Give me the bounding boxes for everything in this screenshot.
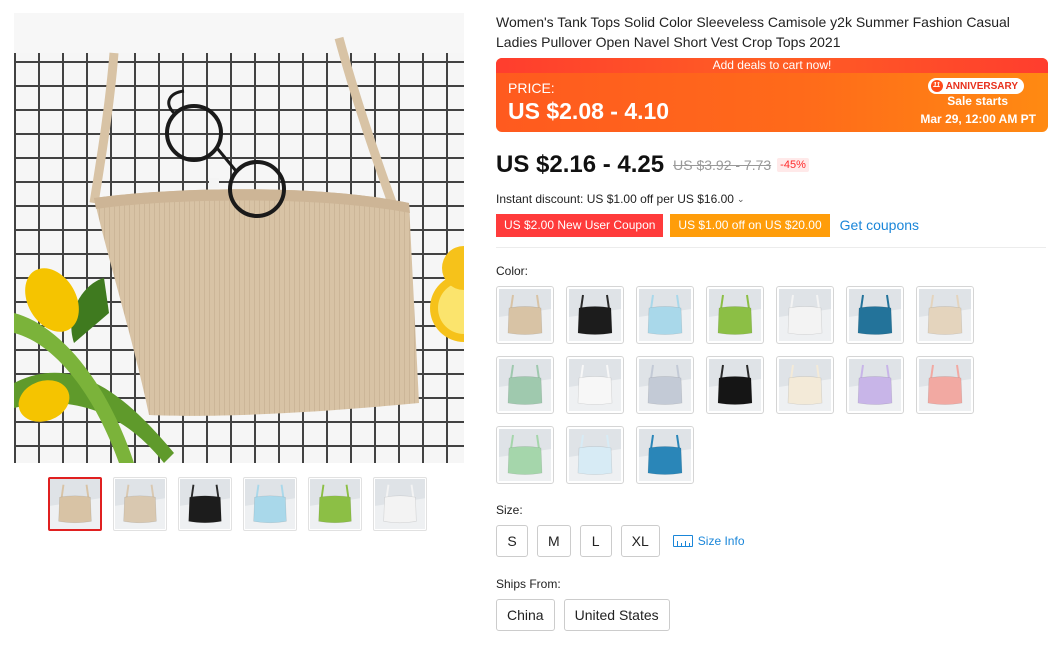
ships-from-china[interactable]: China [496,599,555,631]
store-coupon[interactable]: US $1.00 off on US $20.00 [668,213,830,237]
main-product-image[interactable] [14,13,464,463]
color-swatch-white[interactable] [776,286,834,344]
color-swatch-blue[interactable] [636,426,694,484]
discount-badge: -45% [777,158,809,172]
color-swatch-grey-blue[interactable] [636,356,694,414]
size-options: S M L XL Size Info [496,525,1048,557]
gallery-thumb-green[interactable] [308,477,362,531]
color-swatch-white-2[interactable] [566,356,624,414]
promo-price: US $2.08 - 4.10 [508,98,670,124]
color-swatch-baby-blue[interactable] [566,426,624,484]
color-swatch-pink[interactable] [916,356,974,414]
thumbnail-strip [48,477,427,531]
gallery-thumb-khaki[interactable] [48,477,102,531]
original-price: US $3.92 - 7.73 [673,157,772,173]
size-option-xl[interactable]: XL [620,525,660,557]
gallery-thumb-white[interactable] [373,477,427,531]
color-swatch-beige[interactable] [916,286,974,344]
anniversary-promo-banner[interactable]: Add deals to cart now! PRICE: US $2.08 -… [496,58,1048,132]
size-label: Size: [496,503,523,517]
color-swatch-mint[interactable] [496,426,554,484]
product-title: Women's Tank Tops Solid Color Sleeveless… [496,14,1010,50]
ships-from-label: Ships From: [496,577,561,591]
ships-from-united-states[interactable]: United States [563,599,670,631]
size-option-m[interactable]: M [537,525,571,557]
color-swatch-khaki[interactable] [496,286,554,344]
color-label: Color: [496,264,529,278]
anniversary-badge-text: ANNIVERSARY [945,80,1018,92]
product-info: Women's Tank Tops Solid Color Sleeveless… [493,12,1048,631]
instant-discount[interactable]: Instant discount: US $1.00 off per US $1… [496,192,1048,206]
ruler-icon [672,535,693,547]
get-coupons-link[interactable]: Get coupons [840,217,919,233]
anniversary-logo-icon: 11 [930,80,943,92]
color-swatch-sage[interactable] [496,356,554,414]
divider [496,247,1046,248]
gallery-thumb-beige[interactable] [113,477,167,531]
current-price: US $2.16 - 4.25 [496,151,665,178]
promo-price-label: PRICE: [508,80,555,96]
color-swatches [496,286,1048,484]
price-row: US $2.16 - 4.25 US $3.92 - 7.73 -45% [496,148,1048,182]
promo-banner-text: Add deals to cart now! [496,58,1048,73]
size-info-link[interactable]: Size Info [672,534,745,548]
sale-date-text: Mar 29, 12:00 AM PT [920,112,1036,126]
chevron-down-icon: ⌄ [736,193,745,204]
size-option-l[interactable]: L [579,525,612,557]
color-swatch-lavender[interactable] [846,356,904,414]
color-swatch-cream[interactable] [776,356,834,414]
ships-from-options: China United States [496,599,1048,631]
gallery-thumb-black[interactable] [178,477,232,531]
gallery-thumb-light-blue[interactable] [243,477,297,531]
sale-starts-text: Sale starts [947,94,1008,108]
size-option-s[interactable]: S [496,525,528,557]
color-swatch-teal[interactable] [846,286,904,344]
color-swatch-black[interactable] [566,286,624,344]
size-info-label: Size Info [697,534,745,548]
color-swatch-black-2[interactable] [706,356,764,414]
color-swatch-green[interactable] [706,286,764,344]
coupons-row: US $2.00 New User Coupon US $1.00 off on… [493,213,1048,237]
camisole-photo [14,13,464,463]
anniversary-badge: 11 ANNIVERSARY [927,78,1024,94]
color-swatch-light-blue[interactable] [636,286,694,344]
new-user-coupon[interactable]: US $2.00 New User Coupon [493,213,664,237]
instant-discount-text: Instant discount: US $1.00 off per US $1… [496,192,734,206]
